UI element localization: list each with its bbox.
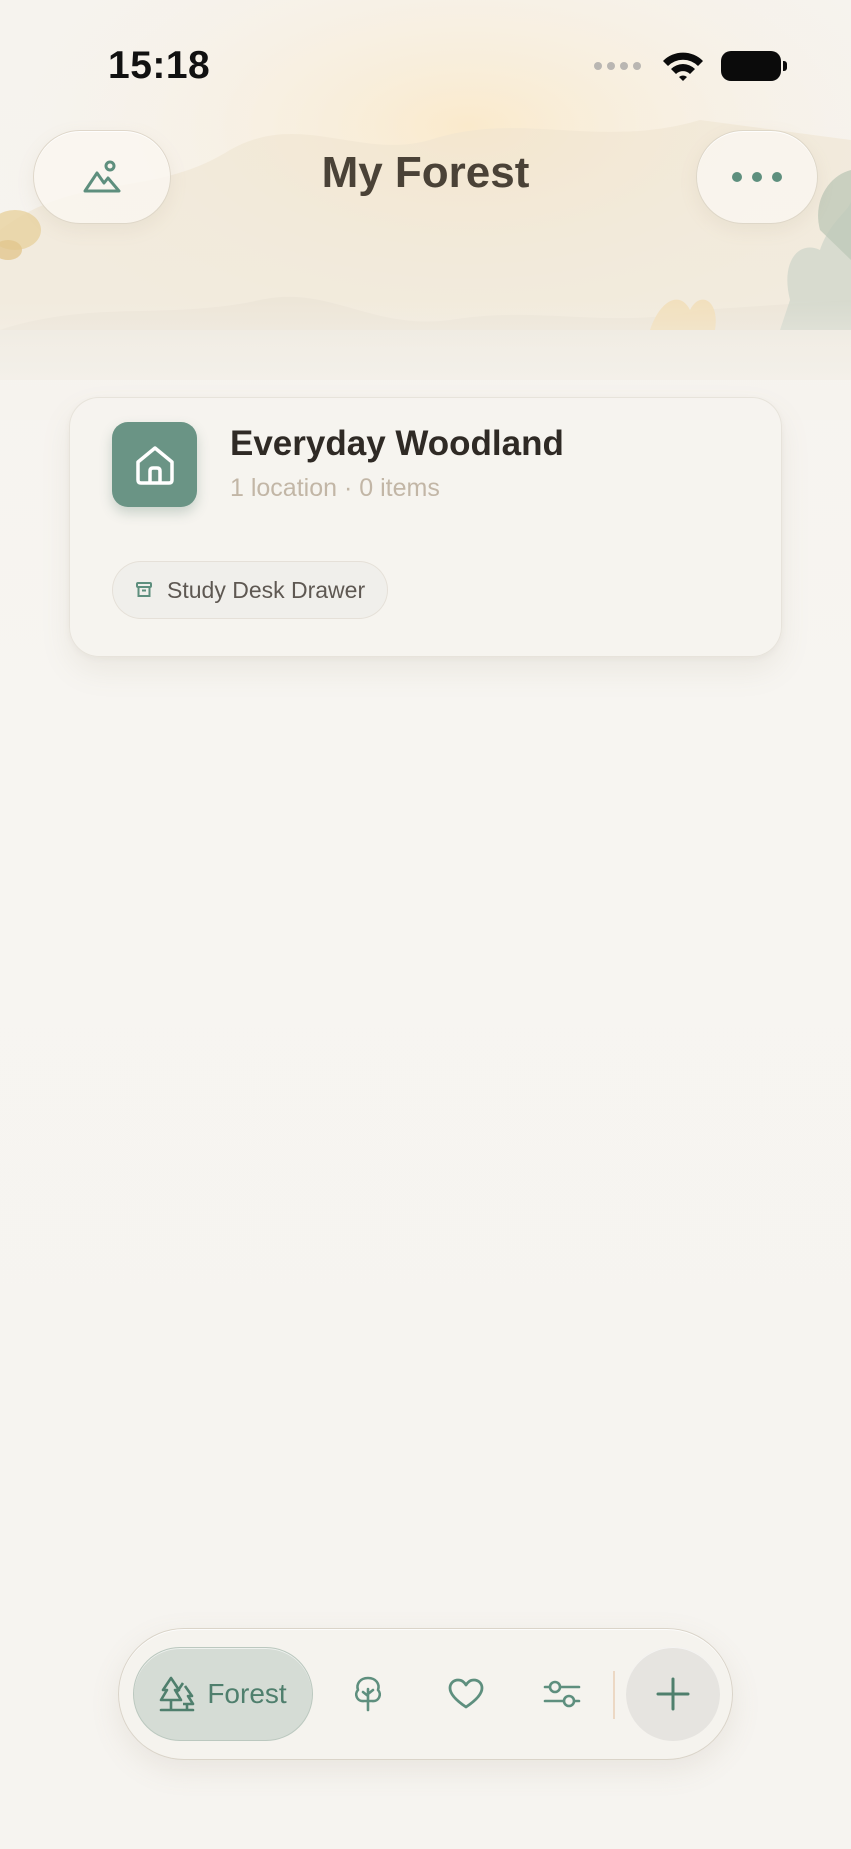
- screen: 15:18 My Forest Everyday Woodland 1 loca…: [0, 0, 851, 1849]
- forest-card[interactable]: Everyday Woodland 1 location · 0 items S…: [69, 397, 782, 657]
- tab-bar: Forest: [118, 1628, 733, 1760]
- battery-icon: [721, 51, 787, 81]
- home-icon: [135, 445, 174, 485]
- status-icons: [594, 50, 787, 82]
- tab-favorites[interactable]: [435, 1663, 497, 1725]
- tab-settings[interactable]: [531, 1663, 593, 1725]
- tab-forest[interactable]: Forest: [133, 1647, 313, 1741]
- location-chip-label: Study Desk Drawer: [167, 576, 366, 603]
- wifi-icon: [663, 52, 703, 81]
- cellular-signal-icon: [594, 62, 641, 70]
- location-chip[interactable]: Study Desk Drawer: [112, 561, 389, 619]
- more-options-icon: [732, 172, 782, 182]
- tab-forest-label: Forest: [207, 1678, 287, 1709]
- forest-card-title: Everyday Woodland: [230, 424, 564, 463]
- trees-icon: [160, 1676, 195, 1712]
- more-options-button[interactable]: [696, 130, 818, 224]
- tab-divider: [613, 1671, 615, 1719]
- forest-card-icon: [112, 422, 197, 507]
- plus-icon: [656, 1677, 690, 1711]
- heart-icon: [448, 1678, 484, 1709]
- status-time: 15:18: [108, 44, 211, 87]
- tree-icon: [354, 1676, 382, 1712]
- add-button[interactable]: [626, 1647, 720, 1741]
- forest-card-meta: 1 location · 0 items: [230, 474, 440, 502]
- archive-box-icon: [136, 582, 152, 597]
- tab-tree[interactable]: [337, 1663, 399, 1725]
- sliders-icon: [543, 1680, 581, 1708]
